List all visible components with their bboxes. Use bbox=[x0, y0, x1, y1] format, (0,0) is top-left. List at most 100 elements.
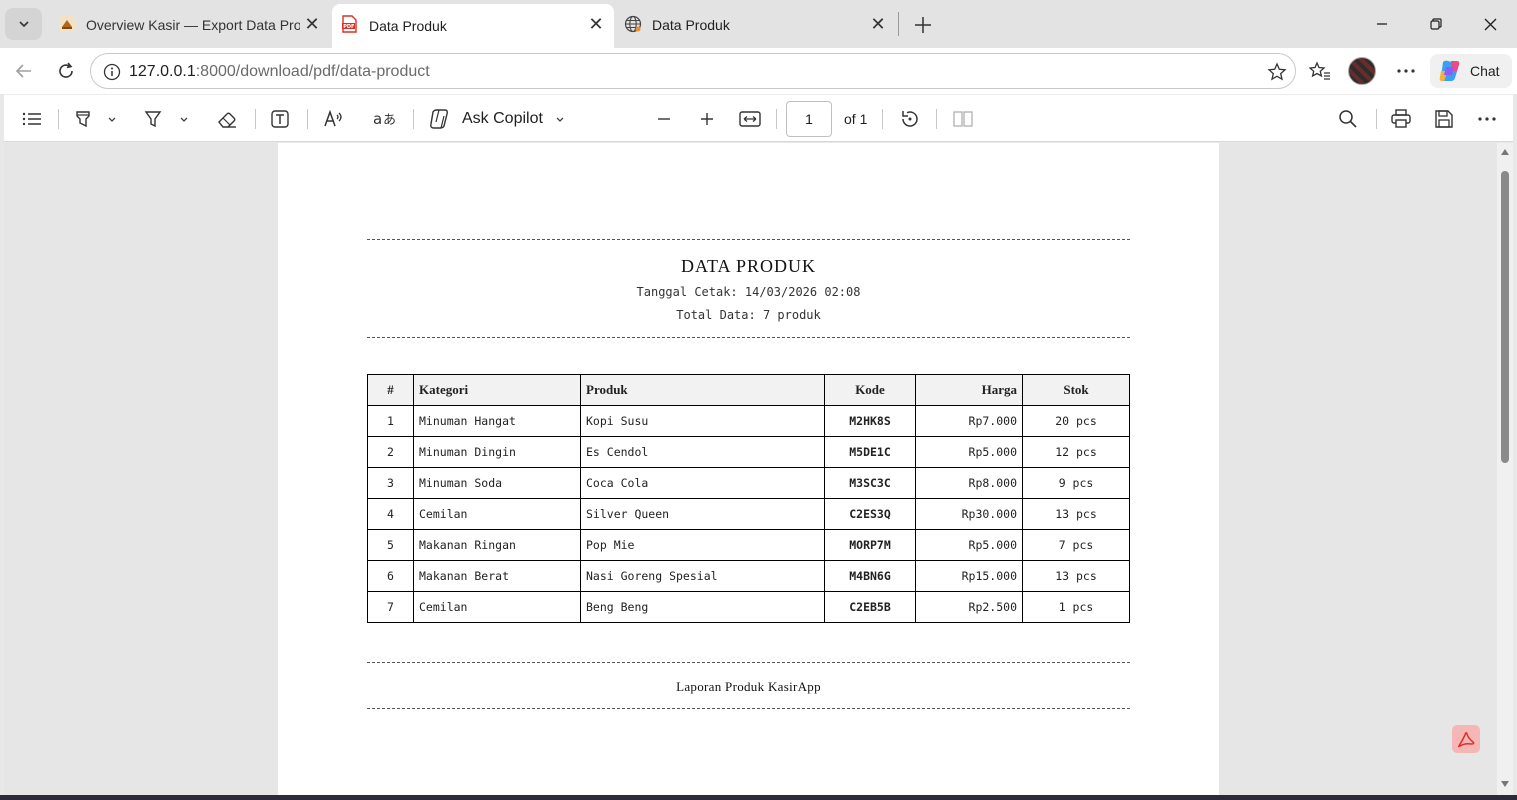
svg-text:a: a bbox=[373, 110, 382, 128]
highlight-button[interactable] bbox=[70, 105, 96, 133]
copilot-chat-button[interactable]: Chat bbox=[1430, 54, 1512, 88]
product-table: # Kategori Produk Kode Harga Stok 1 Minu… bbox=[367, 374, 1130, 623]
copilot-icon bbox=[1439, 60, 1460, 82]
cell-kategori: Cemilan bbox=[413, 591, 581, 623]
tab-actions-menu-button[interactable] bbox=[5, 8, 42, 40]
scroll-down-arrow-icon[interactable] bbox=[1501, 781, 1509, 787]
contents-button[interactable] bbox=[18, 105, 46, 133]
cell-stok: 1 pcs bbox=[1022, 591, 1130, 623]
minimize-button[interactable] bbox=[1358, 8, 1406, 40]
cell-produk: Nasi Goreng Spesial bbox=[580, 560, 825, 592]
cell-harga: Rp7.000 bbox=[915, 405, 1023, 437]
draw-button[interactable] bbox=[140, 105, 166, 133]
cell-produk: Silver Queen bbox=[580, 498, 825, 530]
column-header-kategori: Kategori bbox=[413, 374, 581, 406]
scroll-up-arrow-icon[interactable] bbox=[1501, 149, 1509, 155]
toolbar-separator bbox=[307, 109, 308, 129]
address-bar-row: 127.0.0.1:8000/download/pdf/data-product… bbox=[0, 48, 1517, 94]
document-footer: Laporan Produk KasirApp bbox=[676, 679, 821, 694]
minus-icon bbox=[658, 118, 670, 120]
toolbar-separator bbox=[882, 109, 883, 129]
read-aloud-button[interactable] bbox=[320, 105, 348, 133]
more-options-button[interactable] bbox=[1474, 105, 1500, 133]
highlight-options-button[interactable] bbox=[104, 105, 120, 133]
tab-separator bbox=[898, 12, 899, 36]
page-view-button[interactable] bbox=[950, 105, 976, 133]
pdf-page: DATA PRODUK Tanggal Cetak: 14/03/2026 02… bbox=[278, 143, 1219, 795]
eraser-icon bbox=[218, 112, 236, 128]
page-number-input[interactable]: 1 bbox=[786, 101, 832, 137]
toolbar-separator bbox=[58, 109, 59, 129]
dashed-divider bbox=[367, 708, 1130, 709]
dashed-divider bbox=[367, 337, 1130, 338]
close-tab-icon[interactable]: ✕ bbox=[868, 14, 888, 34]
cell-number: 5 bbox=[367, 529, 414, 561]
cell-kode: M5DE1C bbox=[824, 436, 916, 468]
rotate-button[interactable] bbox=[897, 105, 923, 133]
chevron-down-icon bbox=[108, 117, 116, 122]
cell-kode: MORP7M bbox=[824, 529, 916, 561]
draw-options-button[interactable] bbox=[176, 105, 192, 133]
favorite-star-icon[interactable] bbox=[1265, 60, 1289, 84]
cell-number: 1 bbox=[367, 405, 414, 437]
app-favicon-icon bbox=[59, 16, 75, 32]
column-header-number: # bbox=[367, 374, 414, 406]
cell-stok: 13 pcs bbox=[1022, 560, 1130, 592]
settings-more-button[interactable] bbox=[1390, 55, 1422, 87]
cell-stok: 7 pcs bbox=[1022, 529, 1130, 561]
fit-to-width-button[interactable] bbox=[737, 105, 763, 133]
close-tab-icon[interactable]: ✕ bbox=[586, 14, 606, 34]
cell-kode: M3SC3C bbox=[824, 467, 916, 499]
restore-icon bbox=[1430, 18, 1442, 30]
tab-data-produk-pdf[interactable]: PDF Data Produk ✕ bbox=[332, 4, 614, 48]
cell-kategori: Minuman Dingin bbox=[413, 436, 581, 468]
info-icon[interactable] bbox=[103, 63, 121, 81]
refresh-button[interactable] bbox=[50, 55, 82, 87]
cell-number: 3 bbox=[367, 467, 414, 499]
back-button[interactable] bbox=[8, 55, 40, 87]
scrollbar-thumb[interactable] bbox=[1501, 171, 1509, 463]
tab-data-produk-web[interactable]: Data Produk ✕ bbox=[616, 6, 896, 43]
vertical-scrollbar[interactable] bbox=[1497, 143, 1513, 795]
print-button[interactable] bbox=[1388, 105, 1414, 133]
ask-copilot-button[interactable]: Ask Copilot bbox=[428, 105, 578, 133]
table-row: 4 Cemilan Silver Queen C2ES3Q Rp30.000 1… bbox=[367, 498, 1130, 530]
column-header-stok: Stok bbox=[1022, 374, 1130, 406]
add-text-button[interactable] bbox=[266, 105, 294, 133]
erase-button[interactable] bbox=[213, 105, 241, 133]
cell-number: 6 bbox=[367, 560, 414, 592]
url-input[interactable]: 127.0.0.1:8000/download/pdf/data-product bbox=[90, 53, 1296, 89]
zoom-out-button[interactable] bbox=[652, 105, 676, 133]
cell-kategori: Makanan Berat bbox=[413, 560, 581, 592]
cell-kode: M4BN6G bbox=[824, 560, 916, 592]
cell-kode: C2ES3Q bbox=[824, 498, 916, 530]
translate-button[interactable]: aあ bbox=[370, 105, 400, 133]
find-button[interactable] bbox=[1335, 105, 1361, 133]
restore-button[interactable] bbox=[1412, 8, 1460, 40]
page-number-value: 1 bbox=[805, 111, 813, 127]
save-button[interactable] bbox=[1431, 105, 1457, 133]
close-tab-icon[interactable]: ✕ bbox=[302, 14, 322, 34]
more-horizontal-icon bbox=[1397, 69, 1415, 73]
profile-avatar[interactable] bbox=[1348, 57, 1376, 85]
tab-overview-kasir[interactable]: Overview Kasir — Export Data Produk ✕ bbox=[50, 6, 330, 43]
cell-stok: 13 pcs bbox=[1022, 498, 1130, 530]
svg-text:あ: あ bbox=[383, 113, 396, 128]
cell-kategori: Minuman Soda bbox=[413, 467, 581, 499]
zoom-in-button[interactable] bbox=[695, 105, 719, 133]
taskbar-edge bbox=[0, 795, 1517, 800]
tab-title: Overview Kasir — Export Data Produk bbox=[86, 16, 300, 33]
new-tab-button[interactable] bbox=[908, 10, 938, 40]
read-aloud-icon bbox=[324, 109, 342, 127]
table-row: 2 Minuman Dingin Es Cendol M5DE1C Rp5.00… bbox=[367, 436, 1130, 468]
close-window-button[interactable] bbox=[1466, 8, 1514, 40]
chevron-down-icon bbox=[18, 21, 29, 28]
acrobat-button[interactable] bbox=[1452, 725, 1480, 753]
cell-harga: Rp5.000 bbox=[915, 436, 1023, 468]
toolbar-separator bbox=[776, 109, 777, 129]
translate-icon: aあ bbox=[373, 110, 396, 128]
cell-produk: Kopi Susu bbox=[580, 405, 825, 437]
total-count: Total Data: 7 produk bbox=[676, 308, 821, 322]
favorites-button[interactable] bbox=[1304, 55, 1336, 87]
cell-kode: M2HK8S bbox=[824, 405, 916, 437]
